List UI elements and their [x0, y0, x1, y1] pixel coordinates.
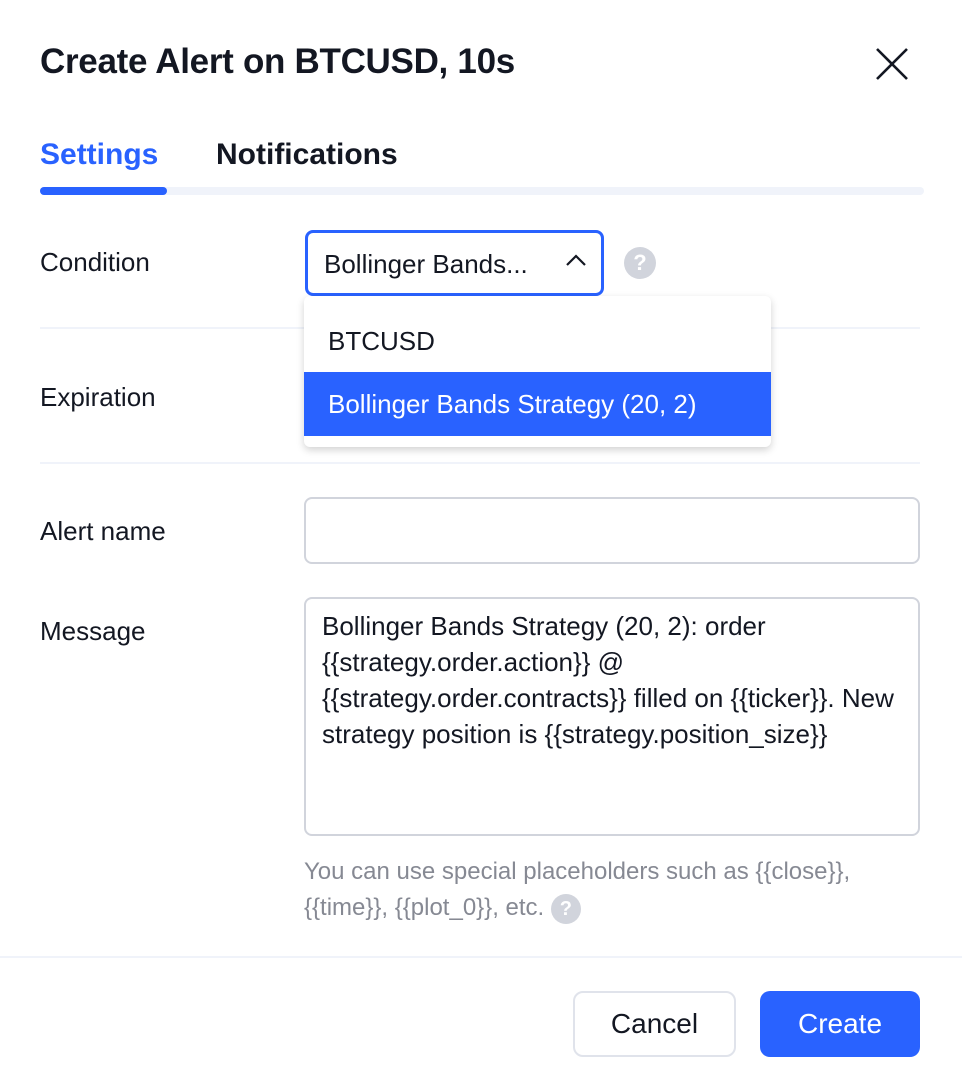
footer-divider: [0, 956, 962, 958]
dialog-title: Create Alert on BTCUSD, 10s: [40, 42, 515, 81]
message-textarea[interactable]: Bollinger Bands Strategy (20, 2): order …: [304, 597, 920, 836]
condition-dropdown: BTCUSD Bollinger Bands Strategy (20, 2): [304, 296, 771, 447]
help-icon[interactable]: ?: [550, 893, 581, 924]
tab-settings[interactable]: Settings: [40, 138, 158, 172]
help-icon[interactable]: ?: [624, 247, 656, 279]
expiration-label: Expiration: [40, 382, 156, 412]
condition-selected-value: Bollinger Bands...: [324, 249, 528, 279]
close-icon[interactable]: [874, 46, 910, 82]
condition-select[interactable]: Bollinger Bands...: [305, 230, 604, 296]
option-btcusd[interactable]: BTCUSD: [304, 309, 771, 373]
create-button[interactable]: Create: [760, 991, 920, 1057]
alert-name-input[interactable]: [304, 497, 920, 564]
condition-label: Condition: [40, 247, 150, 277]
divider: [40, 462, 920, 464]
placeholder-hint: You can use special placeholders such as…: [304, 854, 864, 926]
option-bollinger-bands-strategy[interactable]: Bollinger Bands Strategy (20, 2): [304, 372, 771, 436]
alert-name-label: Alert name: [40, 516, 166, 546]
cancel-button[interactable]: Cancel: [573, 991, 736, 1057]
message-label: Message: [40, 616, 146, 646]
tab-notifications[interactable]: Notifications: [216, 138, 398, 172]
active-tab-indicator: [40, 187, 167, 195]
chevron-up-icon: [566, 254, 586, 266]
tab-bar: [40, 187, 924, 195]
